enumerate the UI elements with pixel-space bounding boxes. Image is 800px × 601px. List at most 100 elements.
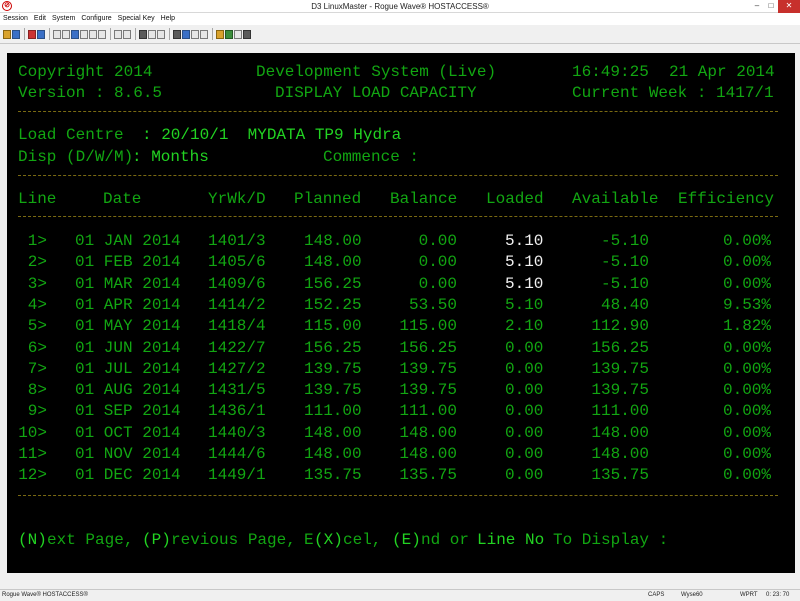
cell-line: 5>	[27, 317, 47, 335]
display-icon[interactable]	[182, 29, 190, 39]
cell-efficiency: 0.00%	[722, 424, 771, 442]
current-week: Current Week : 1417/1	[572, 84, 774, 102]
print-icon[interactable]	[114, 29, 122, 39]
cell-date: 01 MAY 2014	[75, 317, 181, 335]
settings-icon[interactable]	[191, 29, 199, 39]
cell-line: 8>	[27, 381, 47, 399]
cell-efficiency: 0.00%	[722, 445, 771, 463]
col-header-yrwk: YrWk/D	[208, 190, 266, 208]
load-centre-value: : 20/10/1 MYDATA TP9 Hydra	[142, 126, 402, 144]
menu-configure[interactable]: Configure	[81, 13, 111, 25]
cell-efficiency: 0.00%	[722, 253, 771, 271]
toolbar-separator	[49, 28, 50, 40]
cell-line: 10>	[18, 424, 47, 442]
cell-efficiency: 1.82%	[722, 317, 771, 335]
cut-icon[interactable]	[53, 29, 61, 39]
cell-balance: 148.00	[399, 445, 457, 463]
cell-date: 01 OCT 2014	[75, 424, 181, 442]
toolbar	[0, 25, 800, 44]
cell-efficiency: 0.00%	[722, 381, 771, 399]
print-setup-icon[interactable]	[123, 29, 131, 39]
terminal-screen[interactable]: Copyright 2014 Development System (Live)…	[7, 53, 795, 573]
file-transfer-icon[interactable]	[148, 29, 156, 39]
monitor-icon[interactable]	[173, 29, 181, 39]
menu-help[interactable]: Help	[161, 13, 175, 25]
prompt-prev-key: (P)	[142, 531, 171, 549]
record-icon[interactable]	[225, 29, 233, 39]
cell-date: 01 FEB 2014	[75, 253, 181, 271]
menu-edit[interactable]: Edit	[34, 13, 46, 25]
copy-table-icon[interactable]	[89, 29, 97, 39]
disconnect-icon[interactable]	[37, 29, 45, 39]
paste-table-icon[interactable]	[98, 29, 106, 39]
commence-label: Commence :	[323, 148, 420, 166]
cell-line: 6>	[27, 339, 47, 357]
cell-balance: 139.75	[399, 360, 457, 378]
cell-efficiency: 0.00%	[722, 339, 771, 357]
col-header-planned: Planned	[294, 190, 362, 208]
separator-line	[18, 216, 778, 217]
toolbar-separator	[135, 28, 136, 40]
col-header-loaded: Loaded	[486, 190, 544, 208]
clock-time: 16:49:25	[572, 63, 649, 81]
cell-balance: 0.00	[418, 275, 457, 293]
cell-line: 4>	[27, 296, 47, 314]
menu-system[interactable]: System	[52, 13, 75, 25]
cell-line: 11>	[18, 445, 47, 463]
cell-efficiency: 0.00%	[722, 360, 771, 378]
toolbar-separator	[24, 28, 25, 40]
minimize-icon[interactable]: –	[750, 0, 764, 13]
system-name: Development System (Live)	[256, 63, 497, 81]
cell-balance: 115.00	[399, 317, 457, 335]
menu-bar: Session Edit System Configure Special Ke…	[0, 13, 800, 25]
copy-icon[interactable]	[62, 29, 70, 39]
help-icon[interactable]	[243, 29, 251, 39]
cell-date: 01 SEP 2014	[75, 402, 181, 420]
menu-special-key[interactable]: Special Key	[118, 13, 155, 25]
save-session-icon[interactable]	[12, 29, 20, 39]
close-icon[interactable]: ✕	[778, 0, 800, 13]
separator-line	[18, 495, 778, 496]
maximize-icon[interactable]: □	[764, 0, 778, 13]
open-session-icon[interactable]	[3, 29, 11, 39]
prompt-next-key: (N)	[18, 531, 47, 549]
cell-balance: 139.75	[399, 381, 457, 399]
prompt-excel-text: cel,	[343, 531, 382, 549]
macro-icon[interactable]	[200, 29, 208, 39]
prompt-to-display: To Display :	[553, 531, 669, 549]
cell-balance: 111.00	[399, 402, 457, 420]
cell-efficiency: 0.00%	[722, 402, 771, 420]
cell-line: 1>	[27, 232, 47, 250]
terminal-input[interactable]	[677, 531, 687, 549]
cell-balance: 0.00	[418, 232, 457, 250]
prompt-end-text: nd or	[421, 531, 470, 549]
cell-date: 01 DEC 2014	[75, 466, 181, 484]
load-centre-label: Load Centre	[18, 126, 124, 144]
col-header-efficiency: Efficiency	[678, 190, 775, 208]
cell-balance: 148.00	[399, 424, 457, 442]
prompt-excel-prefix: E	[304, 531, 314, 549]
cell-balance: 53.50	[408, 296, 457, 314]
menu-session[interactable]: Session	[3, 13, 28, 25]
cell-date: 01 MAR 2014	[75, 275, 181, 293]
toolbar-separator	[212, 28, 213, 40]
keyboard-icon[interactable]	[157, 29, 165, 39]
status-cursor: 0: 23: 70	[766, 592, 790, 598]
select-all-icon[interactable]	[80, 29, 88, 39]
status-emulation: Wyse60	[681, 592, 703, 598]
run-script-icon[interactable]	[216, 29, 224, 39]
window-controls: – □ ✕	[750, 0, 800, 13]
cell-line: 2>	[27, 253, 47, 271]
col-header-date: Date	[103, 190, 142, 208]
toolbar-separator	[110, 28, 111, 40]
status-caps: CAPS	[648, 592, 665, 598]
paste-icon[interactable]	[71, 29, 79, 39]
cell-balance: 135.75	[399, 466, 457, 484]
status-bar: Rogue Wave® HOSTACCESS® CAPS Wyse60 WPRT…	[0, 589, 800, 600]
prompt-end-key: (E)	[392, 531, 421, 549]
connect-icon[interactable]	[28, 29, 36, 39]
stop-icon[interactable]	[234, 29, 242, 39]
cell-balance: 156.25	[399, 339, 457, 357]
toolbar-separator	[169, 28, 170, 40]
capture-icon[interactable]	[139, 29, 147, 39]
